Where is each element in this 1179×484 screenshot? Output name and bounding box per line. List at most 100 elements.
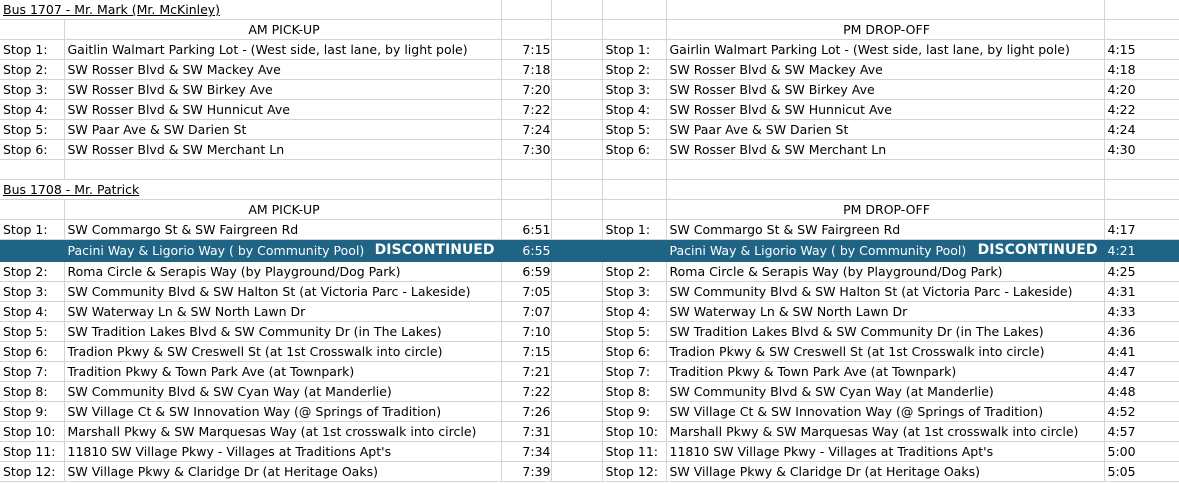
pm-stop-label[interactable]: Stop 1: — [602, 219, 667, 240]
am-stop-location[interactable]: SW Tradition Lakes Blvd & SW Community D… — [64, 321, 502, 342]
am-stop-label[interactable]: Stop 9: — [0, 401, 65, 422]
empty-cell[interactable] — [551, 361, 603, 382]
am-stop-label[interactable]: Stop 3: — [0, 79, 65, 100]
empty-cell[interactable] — [551, 0, 603, 20]
am-stop-location[interactable]: SW Rosser Blvd & SW Hunnicut Ave — [64, 99, 502, 120]
pm-stop-location[interactable]: SW Rosser Blvd & SW Birkey Ave — [666, 79, 1105, 100]
am-stop-time[interactable]: 7:30 — [501, 139, 552, 160]
pm-stop-label[interactable]: Stop 8: — [602, 381, 667, 402]
am-stop-location[interactable]: SW Rosser Blvd & SW Merchant Ln — [64, 139, 502, 160]
empty-cell[interactable] — [501, 19, 552, 40]
am-stop-location[interactable]: SW Village Ct & SW Innovation Way (@ Spr… — [64, 401, 502, 422]
bus-title[interactable]: Bus 1707 - Mr. Mark (Mr. McKinley) — [0, 0, 502, 20]
empty-cell[interactable] — [551, 301, 603, 322]
empty-cell[interactable] — [551, 421, 603, 442]
empty-cell[interactable] — [551, 19, 603, 40]
am-stop-label[interactable]: Stop 5: — [0, 119, 65, 140]
empty-cell[interactable] — [666, 0, 1105, 20]
pm-dropoff-header[interactable]: PM DROP-OFF — [666, 199, 1105, 220]
am-stop-time[interactable]: 7:20 — [501, 79, 552, 100]
am-stop-time[interactable]: 7:10 — [501, 321, 552, 342]
pm-stop-label[interactable] — [602, 239, 667, 262]
empty-cell[interactable] — [501, 199, 552, 220]
am-stop-label[interactable]: Stop 6: — [0, 139, 65, 160]
pm-stop-location[interactable]: Roma Circle & Serapis Way (by Playground… — [666, 261, 1105, 282]
am-stop-time[interactable]: 6:59 — [501, 261, 552, 282]
am-pickup-header[interactable]: AM PICK-UP — [64, 19, 502, 40]
am-stop-time[interactable]: 7:26 — [501, 401, 552, 422]
pm-stop-label[interactable]: Stop 11: — [602, 441, 667, 462]
am-pickup-header[interactable]: AM PICK-UP — [64, 199, 502, 220]
pm-stop-label[interactable]: Stop 2: — [602, 59, 667, 80]
pm-stop-location[interactable]: Marshall Pkwy & SW Marquesas Way (at 1st… — [666, 421, 1105, 442]
empty-cell[interactable] — [551, 59, 603, 80]
pm-stop-time[interactable]: 4:17 — [1104, 219, 1179, 240]
empty-cell[interactable] — [551, 461, 603, 482]
am-stop-location[interactable]: SW Village Pkwy & Claridge Dr (at Herita… — [64, 461, 502, 482]
am-stop-label[interactable]: Stop 4: — [0, 99, 65, 120]
pm-stop-time[interactable]: 4:22 — [1104, 99, 1179, 120]
empty-cell[interactable] — [551, 99, 603, 120]
pm-stop-time[interactable]: 4:52 — [1104, 401, 1179, 422]
pm-stop-time[interactable]: 4:41 — [1104, 341, 1179, 362]
am-stop-time[interactable]: 7:05 — [501, 281, 552, 302]
am-stop-time[interactable]: 7:21 — [501, 361, 552, 382]
empty-cell[interactable] — [551, 179, 603, 200]
empty-cell[interactable] — [64, 159, 502, 180]
pm-stop-label[interactable]: Stop 4: — [602, 99, 667, 120]
am-stop-label[interactable]: Stop 6: — [0, 341, 65, 362]
empty-cell[interactable] — [1104, 179, 1179, 200]
pm-stop-time[interactable]: 4:47 — [1104, 361, 1179, 382]
pm-stop-time[interactable]: 4:33 — [1104, 301, 1179, 322]
empty-cell[interactable] — [551, 219, 603, 240]
am-stop-label[interactable]: Stop 2: — [0, 261, 65, 282]
pm-stop-location[interactable]: SW Rosser Blvd & SW Mackey Ave — [666, 59, 1105, 80]
pm-stop-location[interactable]: Pacini Way & Ligorio Way ( by Community … — [666, 239, 1105, 262]
empty-cell[interactable] — [551, 401, 603, 422]
am-stop-label[interactable]: Stop 8: — [0, 381, 65, 402]
empty-cell[interactable] — [602, 179, 667, 200]
am-stop-location[interactable]: Pacini Way & Ligorio Way ( by Community … — [64, 239, 502, 262]
empty-cell[interactable] — [666, 179, 1105, 200]
empty-cell[interactable] — [551, 79, 603, 100]
pm-stop-label[interactable]: Stop 4: — [602, 301, 667, 322]
pm-stop-location[interactable]: SW Commargo St & SW Fairgreen Rd — [666, 219, 1105, 240]
am-stop-label[interactable]: Stop 4: — [0, 301, 65, 322]
empty-cell[interactable] — [602, 19, 667, 40]
empty-cell[interactable] — [551, 139, 603, 160]
pm-stop-label[interactable]: Stop 7: — [602, 361, 667, 382]
pm-stop-label[interactable]: Stop 5: — [602, 321, 667, 342]
empty-cell[interactable] — [602, 0, 667, 20]
am-stop-time[interactable]: 7:39 — [501, 461, 552, 482]
pm-stop-label[interactable]: Stop 3: — [602, 79, 667, 100]
am-stop-location[interactable]: SW Community Blvd & SW Cyan Way (at Mand… — [64, 381, 502, 402]
pm-stop-label[interactable]: Stop 3: — [602, 281, 667, 302]
am-stop-label[interactable]: Stop 3: — [0, 281, 65, 302]
bus-title[interactable]: Bus 1708 - Mr. Patrick — [0, 179, 502, 200]
pm-stop-label[interactable]: Stop 5: — [602, 119, 667, 140]
empty-cell[interactable] — [551, 159, 603, 180]
pm-stop-time[interactable]: 5:05 — [1104, 461, 1179, 482]
empty-cell[interactable] — [551, 281, 603, 302]
empty-cell[interactable] — [551, 261, 603, 282]
empty-cell[interactable] — [501, 179, 552, 200]
pm-stop-location[interactable]: SW Village Pkwy & Claridge Dr (at Herita… — [666, 461, 1105, 482]
empty-cell[interactable] — [0, 199, 65, 220]
pm-stop-label[interactable]: Stop 9: — [602, 401, 667, 422]
am-stop-location[interactable]: SW Commargo St & SW Fairgreen Rd — [64, 219, 502, 240]
am-stop-label[interactable]: Stop 7: — [0, 361, 65, 382]
pm-stop-time[interactable]: 4:21 — [1104, 239, 1179, 262]
am-stop-time[interactable]: 7:22 — [501, 99, 552, 120]
am-stop-time[interactable]: 7:15 — [501, 39, 552, 60]
empty-cell[interactable] — [666, 159, 1105, 180]
am-stop-location[interactable]: SW Community Blvd & SW Halton St (at Vic… — [64, 281, 502, 302]
am-stop-location[interactable]: Tradion Pkwy & SW Creswell St (at 1st Cr… — [64, 341, 502, 362]
am-stop-label[interactable]: Stop 10: — [0, 421, 65, 442]
am-stop-location[interactable]: SW Waterway Ln & SW North Lawn Dr — [64, 301, 502, 322]
empty-cell[interactable] — [551, 239, 603, 262]
pm-stop-label[interactable]: Stop 2: — [602, 261, 667, 282]
empty-cell[interactable] — [1104, 159, 1179, 180]
pm-stop-label[interactable]: Stop 10: — [602, 421, 667, 442]
empty-cell[interactable] — [0, 159, 65, 180]
pm-stop-time[interactable]: 4:18 — [1104, 59, 1179, 80]
